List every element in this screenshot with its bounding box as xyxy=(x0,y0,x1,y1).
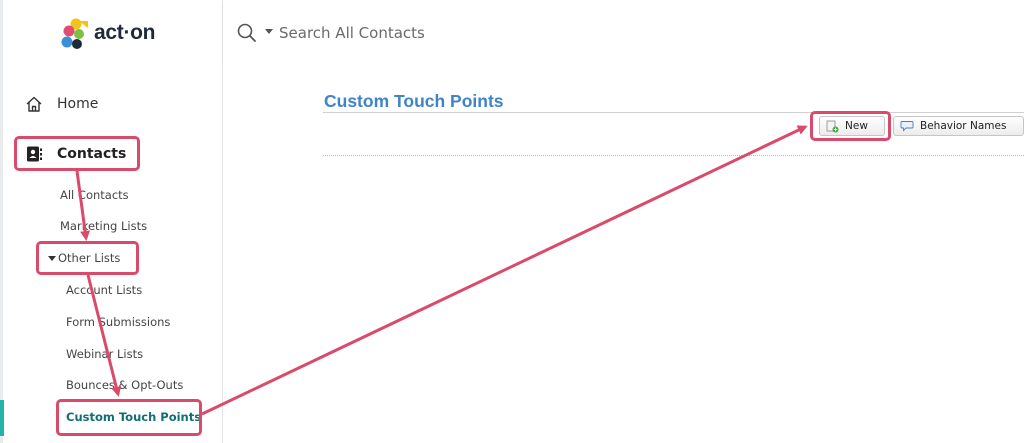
new-button[interactable]: New xyxy=(819,116,885,136)
sidebar-item-account-lists[interactable]: Account Lists xyxy=(66,283,142,297)
search-scope-caret-icon[interactable] xyxy=(265,29,273,34)
speech-bubble-icon xyxy=(900,120,914,132)
contacts-book-icon xyxy=(27,146,42,162)
sidebar-item-other-lists-label: Other Lists xyxy=(58,251,121,265)
sidebar-item-bounces-opt-outs[interactable]: Bounces & Opt-Outs xyxy=(66,378,183,392)
brand-name: act·on xyxy=(94,21,156,44)
nav-home[interactable]: Home xyxy=(25,92,98,116)
behavior-names-label: Behavior Names xyxy=(920,120,1007,132)
search-icon[interactable] xyxy=(236,22,258,44)
sidebar-item-marketing-lists[interactable]: Marketing Lists xyxy=(60,219,147,233)
caret-down-icon xyxy=(48,255,56,261)
new-document-icon xyxy=(826,120,839,133)
sidebar: act·on Home Contacts All Contacts Market… xyxy=(3,0,223,443)
nav-contacts-label: Contacts xyxy=(57,146,127,162)
sidebar-item-other-lists[interactable]: Other Lists xyxy=(48,251,120,265)
home-icon xyxy=(26,96,42,112)
top-search-bar xyxy=(223,0,1024,63)
acton-logo-icon xyxy=(61,18,88,49)
main-content: Custom Touch Points New Behavior Names xyxy=(223,63,1024,443)
nav-contacts[interactable]: Contacts xyxy=(25,141,126,167)
search-input[interactable] xyxy=(279,20,679,46)
active-item-indicator xyxy=(0,400,4,436)
behavior-names-button[interactable]: Behavior Names xyxy=(893,116,1024,136)
new-button-label: New xyxy=(845,120,868,132)
toolbar-divider xyxy=(323,155,1024,156)
sidebar-item-all-contacts[interactable]: All Contacts xyxy=(60,188,129,202)
page-title: Custom Touch Points xyxy=(324,91,504,111)
sidebar-item-form-submissions[interactable]: Form Submissions xyxy=(66,315,170,329)
title-divider xyxy=(323,112,1024,113)
nav-home-label: Home xyxy=(57,96,99,112)
sidebar-item-webinar-lists[interactable]: Webinar Lists xyxy=(66,347,143,361)
sidebar-item-custom-touch-points[interactable]: Custom Touch Points xyxy=(66,410,201,424)
